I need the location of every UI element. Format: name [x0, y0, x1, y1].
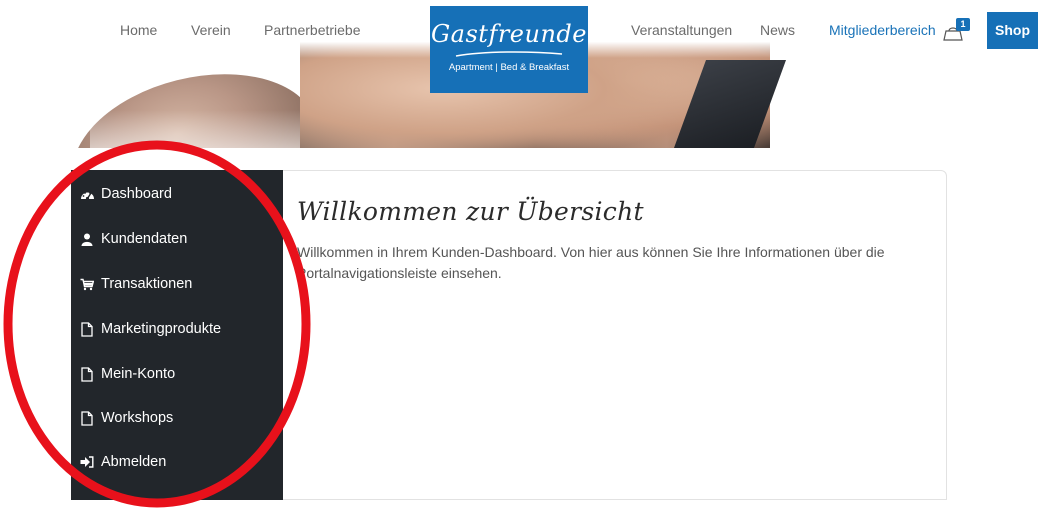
file-icon	[79, 366, 95, 382]
shop-button[interactable]: Shop	[987, 12, 1038, 49]
dashboard-icon	[79, 186, 95, 202]
sidebar-item-label: Mein-Konto	[101, 366, 176, 382]
sidebar-item-marketingprodukte[interactable]: Marketingprodukte	[79, 317, 221, 341]
sidebar-item-dashboard[interactable]: Dashboard	[79, 182, 172, 206]
sidebar-item-label: Workshops	[101, 410, 174, 426]
file-icon	[79, 410, 95, 426]
nav-veranstaltungen[interactable]: Veranstaltungen	[631, 22, 732, 38]
sidebar-item-label: Marketingprodukte	[101, 321, 222, 337]
sidebar-item-transaktionen[interactable]: Transaktionen	[79, 272, 192, 296]
logo-name: Gastfreunde	[431, 20, 587, 48]
file-icon	[79, 321, 95, 337]
logo-swoosh	[455, 51, 563, 57]
site-logo[interactable]: Gastfreunde Apartment | Bed & Breakfast	[430, 6, 588, 93]
sidebar: Dashboard Kundendaten Transaktionen Mark…	[71, 170, 283, 500]
sidebar-item-label: Abmelden	[101, 454, 167, 470]
nav-home[interactable]: Home	[120, 22, 157, 38]
dashboard-panel: Willkommen zur Übersicht Willkommen in I…	[283, 170, 947, 500]
nav-news[interactable]: News	[760, 22, 795, 38]
sidebar-item-workshops[interactable]: Workshops	[79, 406, 173, 430]
sidebar-item-mein-konto[interactable]: Mein-Konto	[79, 362, 175, 386]
logout-icon	[79, 454, 95, 470]
sidebar-item-abmelden[interactable]: Abmelden	[79, 450, 166, 474]
welcome-text: Willkommen in Ihrem Kunden-Dashboard. Vo…	[297, 244, 885, 281]
sidebar-item-label: Transaktionen	[101, 276, 193, 292]
nav-verein[interactable]: Verein	[191, 22, 231, 38]
logo-tagline: Apartment | Bed & Breakfast	[448, 62, 570, 73]
nav-mitgliederbereich[interactable]: Mitgliederbereich	[829, 22, 936, 38]
user-icon	[79, 231, 95, 247]
sidebar-item-label: Dashboard	[101, 186, 172, 202]
sidebar-item-kundendaten[interactable]: Kundendaten	[79, 227, 187, 251]
sidebar-item-label: Kundendaten	[101, 231, 188, 247]
cart-count-badge: 1	[956, 18, 970, 31]
nav-partnerbetriebe[interactable]: Partnerbetriebe	[264, 22, 361, 38]
page-title: Willkommen zur Übersicht	[297, 197, 644, 226]
cart-icon	[79, 276, 95, 292]
cart-button[interactable]: 1	[942, 18, 972, 44]
